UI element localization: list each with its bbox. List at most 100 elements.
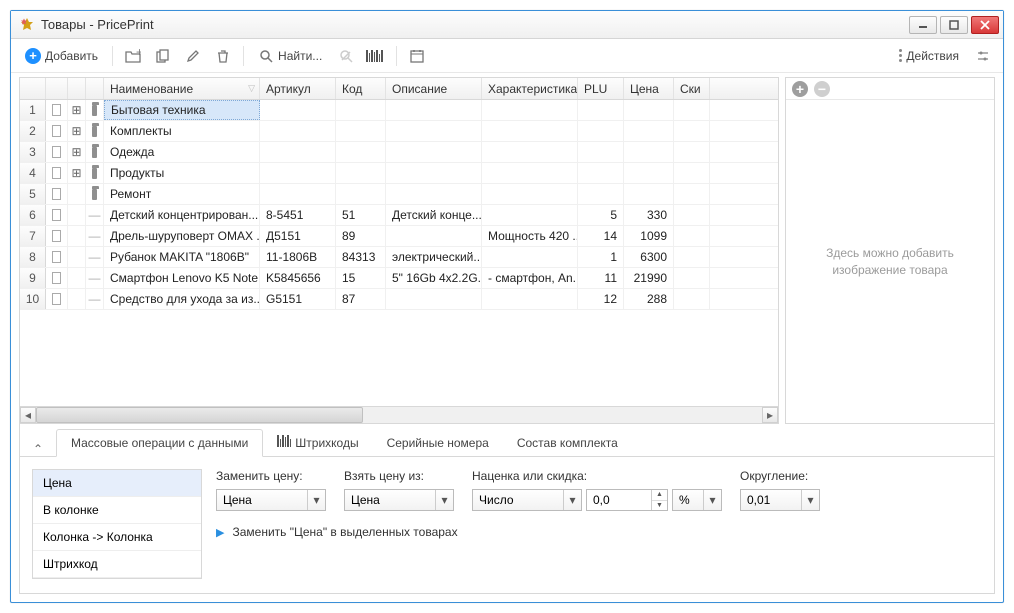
expand-toggle[interactable]: ⊞ — [68, 121, 86, 141]
expand-toggle[interactable] — [68, 205, 86, 225]
scroll-left-button[interactable]: ◂ — [20, 407, 36, 423]
expand-toggle[interactable] — [68, 184, 86, 204]
markup-unit-combo[interactable]: %▾ — [672, 489, 722, 511]
cell-name: Продукты — [104, 163, 260, 183]
expand-toggle[interactable]: ⊞ — [68, 100, 86, 120]
tab-bundle[interactable]: Состав комплекта — [503, 430, 632, 456]
cell-price — [624, 142, 674, 162]
col-plu[interactable]: PLU — [578, 78, 624, 99]
clear-search-button[interactable] — [334, 45, 358, 67]
apply-action[interactable]: ▶ Заменить "Цена" в выделенных товарах — [216, 525, 982, 539]
cell-name: Дрель-шуруповерт OMAX ... — [104, 226, 260, 246]
search-icon — [258, 48, 274, 64]
col-folder[interactable] — [86, 78, 104, 99]
add-button[interactable]: + Добавить — [19, 45, 104, 67]
table-row[interactable]: 3⊞Одежда — [20, 142, 778, 163]
expand-toggle[interactable]: ⊞ — [68, 163, 86, 183]
row-checkbox[interactable] — [46, 289, 68, 309]
cell-plu — [578, 184, 624, 204]
row-checkbox[interactable] — [46, 121, 68, 141]
scroll-right-button[interactable]: ▸ — [762, 407, 778, 423]
spin-up[interactable]: ▲ — [652, 490, 667, 501]
minimize-button[interactable] — [909, 16, 937, 34]
table-row[interactable]: 10—Средство для ухода за из...G515187122… — [20, 289, 778, 310]
expand-toggle[interactable]: ⊞ — [68, 142, 86, 162]
table-row[interactable]: 5Ремонт — [20, 184, 778, 205]
remove-image-button[interactable]: − — [814, 81, 830, 97]
table-row[interactable]: 4⊞Продукты — [20, 163, 778, 184]
tab-barcodes[interactable]: Штрихкоды — [263, 429, 372, 456]
row-checkbox[interactable] — [46, 247, 68, 267]
cell-desc — [386, 100, 482, 120]
row-checkbox[interactable] — [46, 226, 68, 246]
cell-char — [482, 184, 578, 204]
col-article[interactable]: Артикул — [260, 78, 336, 99]
cell-plu — [578, 142, 624, 162]
maximize-button[interactable] — [940, 16, 968, 34]
horizontal-scrollbar[interactable]: ◂ ▸ — [20, 406, 778, 423]
operation-item[interactable]: Колонка -> Колонка — [33, 524, 201, 551]
col-price[interactable]: Цена — [624, 78, 674, 99]
search-button[interactable]: Найти... — [252, 45, 328, 67]
copy-button[interactable] — [151, 45, 175, 67]
tab-mass-ops[interactable]: Массовые операции с данными — [56, 429, 263, 457]
cell-price — [624, 121, 674, 141]
round-combo[interactable]: 0,01▾ — [740, 489, 820, 511]
play-icon: ▶ — [216, 526, 224, 539]
expand-toggle[interactable] — [68, 226, 86, 246]
close-button[interactable] — [971, 16, 999, 34]
col-name[interactable]: Наименование▽ — [104, 78, 260, 99]
item-dash-icon: — — [86, 226, 104, 246]
table-row[interactable]: 1⊞Бытовая техника — [20, 100, 778, 121]
row-checkbox[interactable] — [46, 142, 68, 162]
actions-menu[interactable]: Действия — [893, 46, 965, 66]
item-dash-icon: — — [86, 289, 104, 309]
col-code[interactable]: Код — [336, 78, 386, 99]
expand-toggle[interactable] — [68, 247, 86, 267]
table-row[interactable]: 2⊞Комплекты — [20, 121, 778, 142]
row-checkbox[interactable] — [46, 163, 68, 183]
table-row[interactable]: 8—Рубанок MAKITA "1806B"11-1806B84313эле… — [20, 247, 778, 268]
cell-char — [482, 247, 578, 267]
spin-down[interactable]: ▼ — [652, 501, 667, 511]
table-row[interactable]: 7—Дрель-шуруповерт OMAX ...Д515189Мощнос… — [20, 226, 778, 247]
col-expand[interactable] — [68, 78, 86, 99]
tab-serials[interactable]: Серийные номера — [373, 430, 503, 456]
row-checkbox[interactable] — [46, 268, 68, 288]
row-checkbox[interactable] — [46, 205, 68, 225]
markup-value-input[interactable] — [587, 490, 651, 510]
row-number: 5 — [20, 184, 46, 204]
col-disc[interactable]: Ски — [674, 78, 710, 99]
col-char[interactable]: Характеристика — [482, 78, 578, 99]
expand-toggle[interactable] — [68, 289, 86, 309]
markup-type-combo[interactable]: Число▾ — [472, 489, 582, 511]
barcode-button[interactable] — [364, 45, 388, 67]
cell-char — [482, 163, 578, 183]
add-image-button[interactable]: + — [792, 81, 808, 97]
col-check[interactable] — [46, 78, 68, 99]
new-folder-button[interactable]: + — [121, 45, 145, 67]
bottom-tabs: ⌃ Массовые операции с данными Штрихкоды … — [20, 428, 994, 456]
replace-combo[interactable]: Цена▾ — [216, 489, 326, 511]
operation-item[interactable]: В колонке — [33, 497, 201, 524]
row-number: 8 — [20, 247, 46, 267]
cell-disc — [674, 100, 710, 120]
settings-button[interactable] — [971, 45, 995, 67]
expand-toggle[interactable] — [68, 268, 86, 288]
operation-item[interactable]: Цена — [33, 470, 201, 497]
col-desc[interactable]: Описание — [386, 78, 482, 99]
collapse-panel-button[interactable]: ⌃ — [28, 442, 48, 456]
scroll-track[interactable] — [36, 407, 762, 423]
row-checkbox[interactable] — [46, 184, 68, 204]
operation-item[interactable]: Штрихкод — [33, 551, 201, 578]
row-checkbox[interactable] — [46, 100, 68, 120]
calendar-button[interactable] — [405, 45, 429, 67]
take-combo[interactable]: Цена▾ — [344, 489, 454, 511]
table-row[interactable]: 9—Смартфон Lenovo K5 NoteK5845656155" 16… — [20, 268, 778, 289]
table-row[interactable]: 6—Детский концентрирован...8-545151Детск… — [20, 205, 778, 226]
scroll-thumb[interactable] — [36, 407, 363, 423]
delete-button[interactable] — [211, 45, 235, 67]
markup-value-spinner[interactable]: ▲▼ — [586, 489, 668, 511]
edit-button[interactable] — [181, 45, 205, 67]
col-rownum[interactable] — [20, 78, 46, 99]
